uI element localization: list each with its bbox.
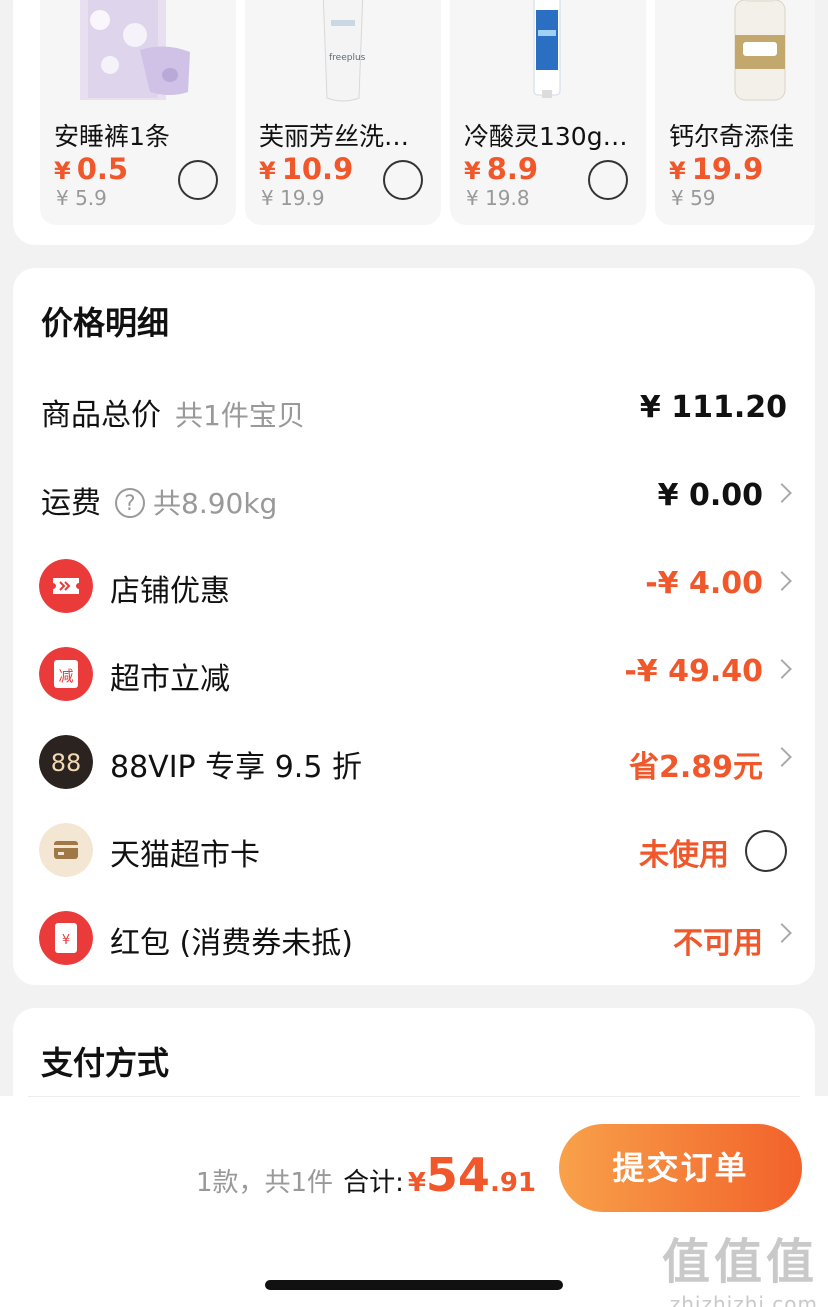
product-price: ¥19.9 <box>669 152 764 186</box>
product-name: 安睡裤1条 <box>54 122 170 151</box>
goods-total-row: 商品总价 共1件宝贝 ¥ 111.20 <box>13 380 815 440</box>
product-card[interactable]: 冷酸灵130g … ¥8.9 ¥ 19.8 <box>450 0 646 225</box>
chevron-right-icon <box>772 571 792 591</box>
total-amount-integer: 54 <box>425 1148 490 1202</box>
svg-text:freeplus: freeplus <box>329 53 366 63</box>
product-card[interactable]: freeplus 芙丽芳丝洗… ¥10.9 ¥ 19.9 <box>245 0 441 225</box>
submit-order-button[interactable]: 提交订单 <box>559 1124 802 1212</box>
red-packet-row[interactable]: ¥ 红包 (消费券未抵) 不可用 <box>13 908 815 968</box>
product-price: ¥8.9 <box>464 152 539 186</box>
product-name: 冷酸灵130g … <box>464 122 634 151</box>
product-original-price: ¥ 59 <box>671 186 716 210</box>
order-summary: 1款，共1件 合计: ¥54.91 <box>196 1148 536 1202</box>
product-image-pants <box>80 0 190 100</box>
product-image-cleanser: freeplus <box>322 0 366 102</box>
store-discount-row[interactable]: 店铺优惠 -¥ 4.00 <box>13 556 815 616</box>
shipping-weight: 共8.90kg <box>153 487 278 520</box>
product-name: 芙丽芳丝洗… <box>259 122 410 151</box>
chevron-right-icon <box>772 747 792 767</box>
red-packet-label: 红包 (消费券未抵) <box>110 926 353 961</box>
store-discount-value: -¥ 4.00 <box>645 566 763 601</box>
product-card[interactable]: 钙尔奇添佳 ¥19.9 ¥ 59 <box>655 0 815 225</box>
shipping-value: ¥ 0.00 <box>657 478 763 513</box>
chevron-right-icon <box>772 483 792 503</box>
item-count: 1款，共1件 <box>195 1168 334 1198</box>
product-original-price: ¥ 5.9 <box>56 186 107 210</box>
vip-88-icon: 88 <box>39 735 93 789</box>
site-watermark: 值值值 zhizhizhi.com <box>662 1222 818 1307</box>
market-discount-value: -¥ 49.40 <box>624 654 763 689</box>
checkout-bar: 1款，共1件 合计: ¥54.91 提交订单 值值值 zhizhizhi.com <box>0 1096 828 1307</box>
product-original-price: ¥ 19.8 <box>466 186 530 210</box>
market-card-radio[interactable] <box>745 830 787 872</box>
market-card-status: 未使用 <box>639 838 729 873</box>
recommended-products-strip: 安睡裤1条 ¥0.5 ¥ 5.9 freeplus 芙丽芳丝洗… ¥10.9 ¥… <box>13 0 815 245</box>
svg-text:¥: ¥ <box>62 933 70 948</box>
coupon-icon <box>39 559 93 613</box>
market-card-row[interactable]: 天猫超市卡 未使用 <box>13 820 815 880</box>
product-card[interactable]: 安睡裤1条 ¥0.5 ¥ 5.9 <box>40 0 236 225</box>
product-select-radio[interactable] <box>178 160 218 200</box>
store-discount-label: 店铺优惠 <box>110 574 230 609</box>
chevron-right-icon <box>772 923 792 943</box>
goods-count: 共1件宝贝 <box>175 399 305 432</box>
goods-total-value: ¥ 111.20 <box>639 390 787 425</box>
shipping-row[interactable]: 运费? 共8.90kg ¥ 0.00 <box>13 468 815 528</box>
svg-text:88: 88 <box>51 749 82 777</box>
payment-method-title: 支付方式 <box>41 1044 170 1082</box>
product-select-radio[interactable] <box>588 160 628 200</box>
product-original-price: ¥ 19.9 <box>261 186 325 210</box>
watermark-url: zhizhizhi.com <box>669 1292 818 1307</box>
price-detail-card: 价格明细 商品总价 共1件宝贝 ¥ 111.20 运费? 共8.90kg ¥ 0.0… <box>13 268 815 985</box>
divider <box>28 1096 800 1097</box>
price-detail-title: 价格明细 <box>41 304 170 342</box>
product-price: ¥0.5 <box>54 152 129 186</box>
vip-discount-row[interactable]: 88 88VIP 专享 9.5 折 省2.89元 <box>13 732 815 792</box>
market-card-label: 天猫超市卡 <box>110 838 260 873</box>
red-packet-status: 不可用 <box>673 926 763 961</box>
goods-total-label: 商品总价 <box>41 398 161 433</box>
product-select-radio[interactable] <box>383 160 423 200</box>
product-price: ¥10.9 <box>259 152 354 186</box>
product-name: 钙尔奇添佳 <box>669 122 795 151</box>
total-currency: ¥ <box>407 1168 426 1198</box>
product-image-toothpaste <box>533 0 561 98</box>
help-icon[interactable]: ? <box>115 488 145 518</box>
product-image-calcium <box>734 0 786 101</box>
vip-discount-label: 88VIP 专享 9.5 折 <box>110 750 362 785</box>
svg-text:减: 减 <box>58 667 73 685</box>
vip-discount-value: 省2.89元 <box>628 750 763 785</box>
total-label: 合计: <box>343 1168 404 1198</box>
market-discount-row[interactable]: 减 超市立减 -¥ 49.40 <box>13 644 815 704</box>
red-packet-icon: ¥ <box>39 911 93 965</box>
watermark-logo: 值值值 <box>661 1234 818 1290</box>
market-discount-label: 超市立减 <box>110 662 230 697</box>
reduce-badge-icon: 减 <box>39 647 93 701</box>
shipping-label: 运费 <box>41 486 101 521</box>
total-amount-decimal: .91 <box>489 1168 536 1198</box>
home-indicator[interactable] <box>265 1280 563 1290</box>
gift-card-icon <box>39 823 93 877</box>
chevron-right-icon <box>772 659 792 679</box>
